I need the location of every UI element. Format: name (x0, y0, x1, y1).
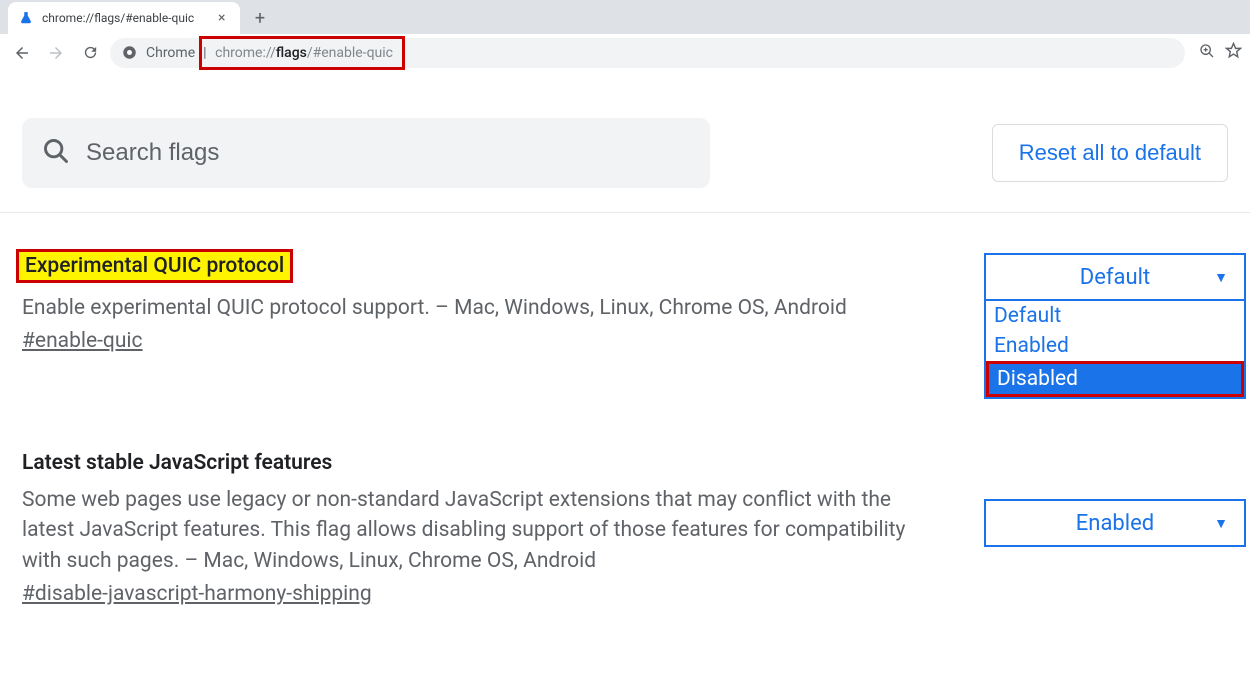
url-text: chrome://flags/#enable-quic (215, 45, 393, 61)
tab-strip: chrome://flags/#enable-quic × + (0, 0, 1250, 34)
reset-button[interactable]: Reset all to default (992, 124, 1228, 182)
flag-title: Experimental QUIC protocol (16, 249, 293, 283)
flag-control: Default ▼ Default Enabled Disabled (984, 249, 1246, 399)
new-tab-button[interactable]: + (246, 4, 274, 32)
flags-list: Experimental QUIC protocol Enable experi… (0, 213, 1250, 678)
flag-control: Enabled ▼ (984, 451, 1246, 606)
flag-item: Experimental QUIC protocol Enable experi… (22, 249, 1228, 399)
flag-select[interactable]: Default ▼ (984, 253, 1246, 301)
reload-button[interactable] (76, 39, 104, 67)
dropdown-option-default[interactable]: Default (986, 301, 1244, 331)
divider: | (203, 45, 207, 61)
browser-toolbar: Chrome | chrome://flags/#enable-quic (0, 34, 1250, 72)
flask-icon (18, 10, 34, 26)
security-label: Chrome (146, 45, 195, 61)
flag-hash-link[interactable]: #enable-quic (22, 329, 143, 353)
dropdown-option-disabled[interactable]: Disabled (986, 361, 1244, 397)
chevron-down-icon: ▼ (1214, 515, 1228, 532)
search-box[interactable] (22, 118, 710, 188)
select-value: Default (1080, 265, 1150, 290)
flag-item: Latest stable JavaScript features Some w… (22, 451, 1228, 606)
dropdown-list: Default Enabled Disabled (984, 301, 1246, 399)
search-row: Reset all to default (0, 72, 1250, 213)
browser-tab[interactable]: chrome://flags/#enable-quic × (8, 2, 240, 34)
zoom-icon[interactable] (1199, 43, 1215, 63)
flag-select[interactable]: Enabled ▼ (984, 499, 1246, 547)
search-input[interactable] (86, 139, 690, 167)
address-bar[interactable]: Chrome | chrome://flags/#enable-quic (110, 38, 1185, 68)
flags-page: Reset all to default Experimental QUIC p… (0, 72, 1250, 678)
flag-description: Enable experimental QUIC protocol suppor… (22, 293, 944, 323)
dropdown-option-enabled[interactable]: Enabled (986, 331, 1244, 361)
flag-title: Latest stable JavaScript features (22, 451, 332, 475)
url-scheme: chrome:// (215, 45, 276, 61)
flag-hash-link[interactable]: #disable-javascript-harmony-shipping (22, 582, 372, 606)
url-host: flags (276, 45, 307, 61)
tab-title: chrome://flags/#enable-quic (42, 11, 210, 25)
bookmark-icon[interactable] (1225, 42, 1242, 63)
back-button[interactable] (8, 39, 36, 67)
chrome-icon (122, 45, 138, 61)
chevron-down-icon: ▼ (1214, 269, 1228, 286)
flag-description: Some web pages use legacy or non-standar… (22, 485, 944, 576)
search-icon (42, 137, 70, 169)
forward-button[interactable] (42, 39, 70, 67)
url-path: /#enable-quic (307, 45, 393, 61)
close-icon[interactable]: × (218, 10, 230, 26)
select-value: Enabled (1076, 511, 1154, 536)
